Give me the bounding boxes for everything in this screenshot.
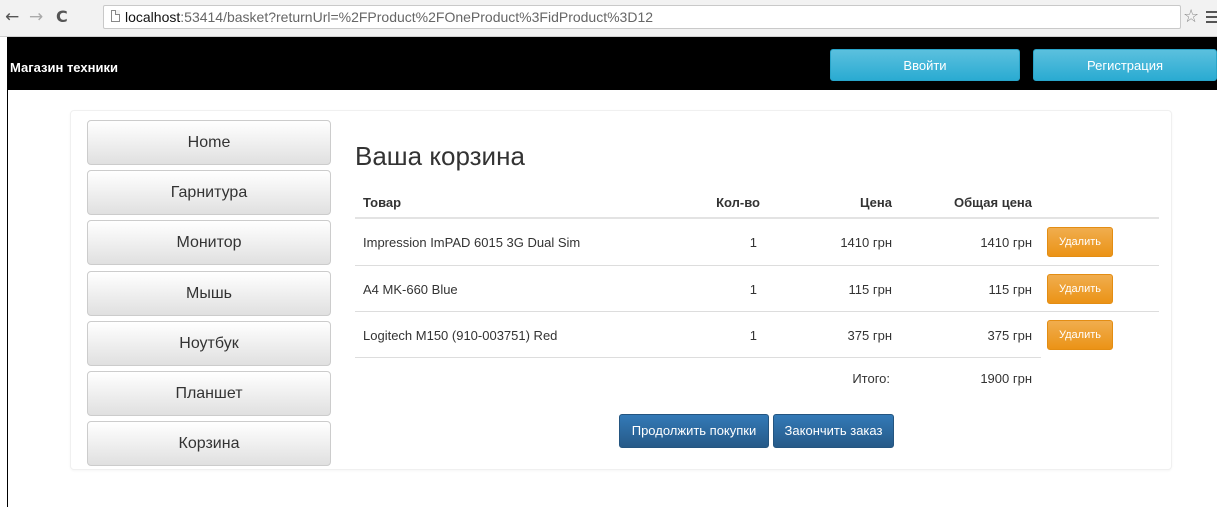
- row-3-total: 375 грн: [987, 328, 1032, 343]
- url-text[interactable]: localhost:53414/basket?returnUrl=%2FProd…: [125, 9, 653, 25]
- browser-menu-icon[interactable]: [1206, 11, 1217, 23]
- sidebar-item-tablet[interactable]: Планшет: [87, 371, 331, 416]
- row-divider: [355, 357, 1041, 358]
- url-path: :53414/basket?returnUrl=%2FProduct%2FOne…: [180, 9, 654, 25]
- row-2-price: 115 грн: [848, 282, 893, 297]
- header-divider: [355, 217, 1159, 219]
- row-2-product: A4 MK-660 Blue: [363, 282, 458, 297]
- row-2-delete-button[interactable]: Удалить: [1047, 274, 1113, 304]
- bookmark-star-icon[interactable]: ☆: [1183, 6, 1199, 27]
- page-title: Ваша корзина: [355, 141, 525, 171]
- sidebar-item-laptop[interactable]: Ноутбук: [87, 321, 331, 366]
- row-divider: [355, 265, 1159, 266]
- login-button[interactable]: Ввойти: [830, 49, 1020, 81]
- sidebar-item-mouse[interactable]: Мышь: [87, 271, 331, 316]
- sidebar-item-headsets[interactable]: Гарнитура: [87, 170, 331, 215]
- row-2-total: 115 грн: [988, 282, 1033, 297]
- browser-toolbar: ← → C localhost:53414/basket?returnUrl=%…: [0, 0, 1217, 37]
- column-header-total: Общая цена: [954, 195, 1032, 210]
- row-2-qty: 1: [749, 282, 757, 297]
- total-value: 1900 грн: [980, 371, 1032, 386]
- continue-shopping-button[interactable]: Продолжить покупки: [619, 414, 769, 448]
- back-arrow-icon[interactable]: ←: [5, 8, 19, 26]
- page-icon: [111, 10, 120, 22]
- checkout-button[interactable]: Закончить заказ: [773, 414, 894, 448]
- column-header-qty: Кол-во: [716, 195, 760, 210]
- row-3-price: 375 грн: [847, 328, 892, 343]
- row-3-qty: 1: [749, 328, 757, 343]
- top-navbar: Магазин техники Ввойти Регистрация: [8, 37, 1217, 90]
- address-bar[interactable]: localhost:53414/basket?returnUrl=%2FProd…: [103, 5, 1181, 29]
- row-1-total: 1410 грн: [980, 235, 1032, 250]
- register-button[interactable]: Регистрация: [1033, 49, 1217, 81]
- row-1-qty: 1: [749, 235, 757, 250]
- row-1-product: Impression ImPAD 6015 3G Dual Sim: [363, 235, 581, 250]
- row-divider: [355, 311, 1159, 312]
- window-edge: [0, 37, 8, 507]
- forward-arrow-icon[interactable]: →: [29, 8, 43, 26]
- row-1-price: 1410 грн: [840, 235, 892, 250]
- total-label: Итого:: [852, 371, 890, 386]
- row-1-delete-button[interactable]: Удалить: [1047, 227, 1113, 257]
- sidebar-item-monitor[interactable]: Монитор: [87, 220, 331, 265]
- row-3-product: Logitech M150 (910-003751) Red: [363, 328, 558, 343]
- reload-icon[interactable]: C: [56, 8, 68, 26]
- row-3-delete-button[interactable]: Удалить: [1047, 320, 1113, 350]
- column-header-product: Товар: [363, 195, 402, 210]
- sidebar-item-home[interactable]: Home: [87, 120, 331, 165]
- sidebar-item-cart[interactable]: Корзина: [87, 421, 331, 466]
- url-host: localhost: [125, 9, 181, 25]
- column-header-price: Цена: [860, 195, 892, 210]
- brand-title[interactable]: Магазин техники: [10, 60, 118, 75]
